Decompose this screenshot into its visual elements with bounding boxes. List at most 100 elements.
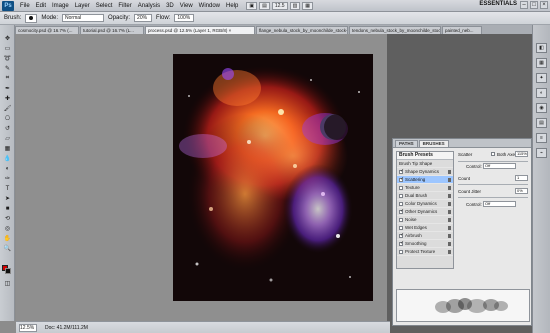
menu-window[interactable]: Window xyxy=(196,3,223,9)
scatter-control-select[interactable]: Off xyxy=(483,163,516,169)
tab-paths[interactable]: PATHS xyxy=(395,140,418,147)
workspace-switcher[interactable]: ESSENTIALS xyxy=(479,1,517,7)
color-dynamics-row[interactable]: Color Dynamics xyxy=(397,200,453,208)
tab-process[interactable]: process.psd @ 12.5% (Layer 1, RGB/8) × xyxy=(145,26,255,34)
hand-tool-icon[interactable]: ✋ xyxy=(3,235,12,242)
zoom-level-field[interactable]: 12.5 xyxy=(271,1,288,10)
shape-tool-icon[interactable]: ■ xyxy=(3,205,12,212)
smoothing-row[interactable]: ✓ Smoothing xyxy=(397,240,453,248)
swatches-panel-button[interactable]: ▦ xyxy=(536,58,547,68)
paths-panel-button[interactable]: ⌁ xyxy=(536,148,547,158)
menu-view[interactable]: View xyxy=(177,3,196,9)
flow-field[interactable]: 100% xyxy=(174,14,195,22)
brush-tool-icon[interactable]: 🖌 xyxy=(3,105,12,112)
brush-tip-shape-row[interactable]: Brush Tip Shape xyxy=(397,160,453,168)
gradient-tool-icon[interactable]: ▦ xyxy=(3,145,12,152)
menu-analysis[interactable]: Analysis xyxy=(135,3,163,9)
dodge-tool-icon[interactable]: ◐ xyxy=(3,165,12,172)
marquee-tool-icon[interactable]: ▭ xyxy=(3,45,12,52)
count-jitter-slider[interactable] xyxy=(458,197,528,198)
opacity-field[interactable]: 20% xyxy=(134,14,153,22)
menu-select[interactable]: Select xyxy=(93,3,116,9)
adjustments-panel-button[interactable]: ◐ xyxy=(536,88,547,98)
scattering-checkbox[interactable]: ✓ xyxy=(399,176,404,182)
move-tool-icon[interactable]: ✥ xyxy=(3,35,12,42)
blur-tool-icon[interactable]: 💧 xyxy=(3,155,12,162)
background-color-swatch[interactable] xyxy=(5,268,11,274)
menu-file[interactable]: File xyxy=(17,3,33,9)
bridge-button[interactable]: ▣ xyxy=(246,1,258,10)
texture-checkbox[interactable] xyxy=(399,185,403,190)
3d-orbit-tool-icon[interactable]: ◎ xyxy=(3,225,12,232)
path-select-tool-icon[interactable]: ➤ xyxy=(3,195,12,202)
eyedropper-tool-icon[interactable]: ✒ xyxy=(3,85,12,92)
crop-tool-icon[interactable]: ⌗ xyxy=(3,75,12,82)
history-brush-tool-icon[interactable]: ↺ xyxy=(3,125,12,132)
pen-tool-icon[interactable]: ✑ xyxy=(3,175,12,182)
airbrush-checkbox[interactable]: ✓ xyxy=(399,232,404,238)
count-jitter-field[interactable]: 0% xyxy=(515,188,528,194)
color-panel-button[interactable]: ◧ xyxy=(536,43,547,53)
other-dynamics-row[interactable]: ✓ Other Dynamics xyxy=(397,208,453,216)
canvas-area[interactable] xyxy=(16,34,387,321)
layers-panel-button[interactable]: ▤ xyxy=(536,118,547,128)
count-control-select[interactable]: Off xyxy=(483,201,516,207)
both-axes-checkbox[interactable] xyxy=(491,152,495,156)
zoom-field[interactable]: 12.5% xyxy=(19,323,37,332)
noise-checkbox[interactable] xyxy=(399,217,403,222)
menu-layer[interactable]: Layer xyxy=(72,3,93,9)
brush-presets-header[interactable]: Brush Presets xyxy=(397,152,453,160)
count-field[interactable]: 1 xyxy=(515,175,528,181)
screen-mode-button[interactable]: ▦ xyxy=(302,1,314,10)
masks-panel-button[interactable]: ◉ xyxy=(536,103,547,113)
dual-brush-row[interactable]: Dual Brush xyxy=(397,192,453,200)
arrange-documents-button[interactable]: ▥ xyxy=(289,1,301,10)
noise-row[interactable]: Noise xyxy=(397,216,453,224)
clone-stamp-tool-icon[interactable]: ⎔ xyxy=(3,115,12,122)
tab-cosmocity[interactable]: cosmocity.psd @ 16.7% (... xyxy=(15,26,79,34)
channels-panel-button[interactable]: ≡ xyxy=(536,133,547,143)
styles-panel-button[interactable]: ✦ xyxy=(536,73,547,83)
protect-texture-checkbox[interactable] xyxy=(399,249,403,254)
quick-mask-icon[interactable]: ◫ xyxy=(3,280,12,287)
tab-tendons-nebula[interactable]: tendons_nebula_stock_by_moonchilde_stock… xyxy=(349,26,441,34)
shape-dynamics-row[interactable]: ✓ Shape Dynamics xyxy=(397,168,453,176)
3d-rotate-tool-icon[interactable]: ⟲ xyxy=(3,215,12,222)
type-tool-icon[interactable]: T xyxy=(3,185,12,192)
menu-edit[interactable]: Edit xyxy=(33,3,49,9)
scatter-field[interactable]: 115% xyxy=(515,151,528,157)
healing-tool-icon[interactable]: ✚ xyxy=(3,95,12,102)
maximize-button[interactable]: □ xyxy=(530,1,538,9)
smoothing-checkbox[interactable]: ✓ xyxy=(399,240,404,246)
eraser-tool-icon[interactable]: ▱ xyxy=(3,135,12,142)
texture-row[interactable]: Texture xyxy=(397,184,453,192)
shape-dynamics-checkbox[interactable]: ✓ xyxy=(399,168,404,174)
color-dynamics-checkbox[interactable] xyxy=(399,201,403,206)
minimize-button[interactable]: – xyxy=(520,1,528,9)
tab-tutorial[interactable]: tutorial.psd @ 16.7% (L... xyxy=(80,26,144,34)
menu-image[interactable]: Image xyxy=(49,3,72,9)
menu-help[interactable]: Help xyxy=(223,3,241,9)
tab-painted-nebula[interactable]: painted_neb... xyxy=(442,26,482,34)
scatter-slider[interactable] xyxy=(458,161,528,162)
menu-filter[interactable]: Filter xyxy=(115,3,134,9)
protect-texture-row[interactable]: Protect Texture xyxy=(397,248,453,256)
mode-select[interactable]: Normal xyxy=(62,14,105,22)
brush-preset-picker[interactable] xyxy=(25,13,38,23)
wet-edges-row[interactable]: Wet Edges xyxy=(397,224,453,232)
airbrush-row[interactable]: ✓ Airbrush xyxy=(397,232,453,240)
lasso-tool-icon[interactable]: ➰ xyxy=(3,55,12,62)
count-slider[interactable] xyxy=(458,184,528,185)
tab-brushes[interactable]: BRUSHES xyxy=(418,140,449,147)
tab-flange-nebula[interactable]: flange_nebula_stock_by_moonchilde_stock-… xyxy=(256,26,348,34)
zoom-tool-icon[interactable]: 🔍 xyxy=(3,245,12,252)
scattering-row[interactable]: ✓ Scattering xyxy=(397,176,453,184)
dual-brush-checkbox[interactable] xyxy=(399,193,403,198)
mini-bridge-button[interactable]: ▤ xyxy=(259,1,270,10)
menu-3d[interactable]: 3D xyxy=(163,3,177,9)
wet-edges-checkbox[interactable] xyxy=(399,225,403,230)
close-button[interactable]: × xyxy=(540,1,548,9)
other-dynamics-checkbox[interactable]: ✓ xyxy=(399,208,404,214)
document-canvas[interactable] xyxy=(173,54,373,301)
quick-select-tool-icon[interactable]: ✎ xyxy=(3,65,12,72)
